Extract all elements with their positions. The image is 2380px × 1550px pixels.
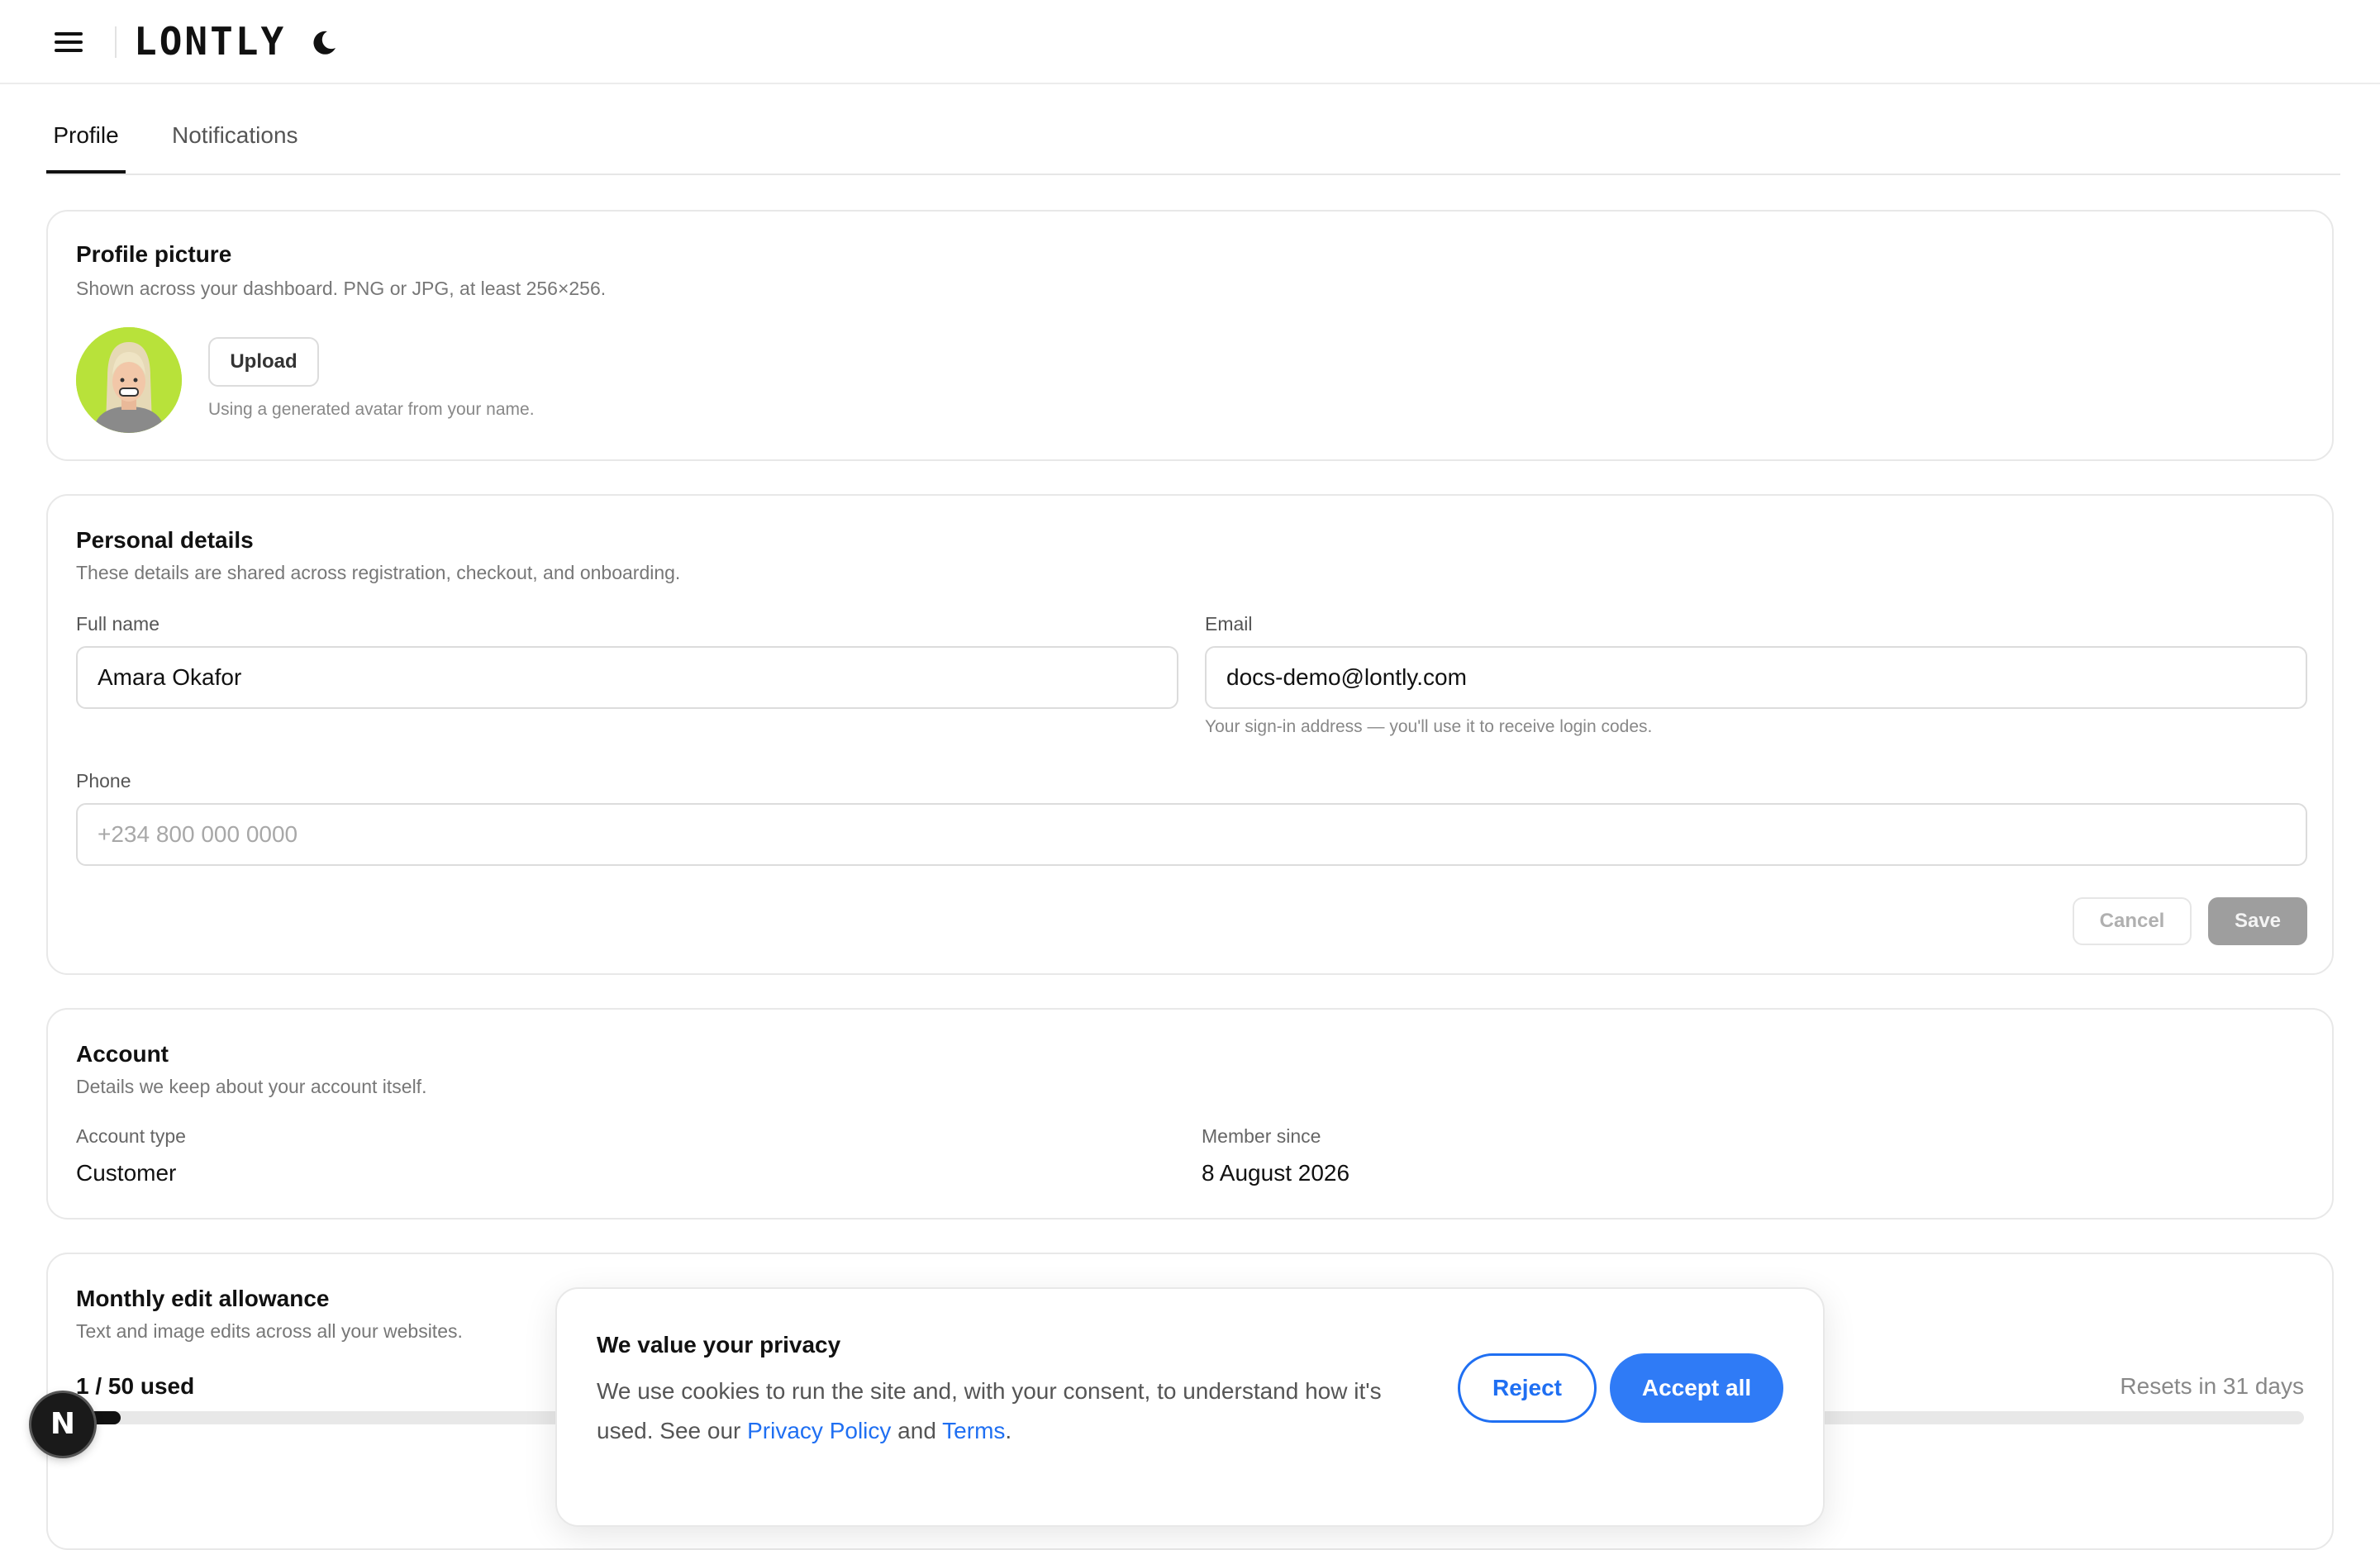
usage-count: 1 / 50 used [76, 1373, 195, 1399]
hamburger-menu-icon[interactable] [53, 30, 86, 55]
account-card: Account Details we keep about your accou… [46, 1008, 2334, 1220]
card-title: Profile picture [76, 241, 232, 267]
upload-button[interactable]: Upload [208, 337, 319, 387]
profile-picture-card: Profile picture Shown across your dashbo… [46, 210, 2334, 461]
card-title: Monthly edit allowance [76, 1286, 330, 1311]
cancel-button[interactable]: Cancel [2073, 897, 2192, 945]
card-title: Personal details [76, 527, 254, 553]
cookie-consent-banner: We value your privacy We use cookies to … [555, 1287, 1825, 1527]
settings-tabs: Profile Notifications [46, 101, 2340, 175]
avatar [76, 327, 182, 433]
terms-link[interactable]: Terms [942, 1418, 1005, 1443]
tab-notifications[interactable]: Notifications [172, 101, 298, 174]
top-bar: LONTLY [0, 0, 2380, 84]
phone-field[interactable] [76, 803, 2307, 866]
personal-details-card: Personal details These details are share… [46, 494, 2334, 975]
save-button[interactable]: Save [2208, 897, 2307, 945]
moon-icon[interactable] [307, 26, 340, 59]
card-subtitle: These details are shared across registra… [76, 562, 681, 583]
card-subtitle: Details we keep about your account itsel… [76, 1076, 427, 1097]
full-name-field[interactable] [76, 646, 1178, 709]
privacy-policy-link[interactable]: Privacy Policy [747, 1418, 891, 1443]
cookie-message-and: and [891, 1418, 943, 1443]
member-since-value: 8 August 2026 [1202, 1160, 1350, 1186]
accept-all-cookies-button[interactable]: Accept all [1610, 1353, 1783, 1423]
tab-profile[interactable]: Profile [46, 101, 126, 174]
email-label: Email [1205, 613, 1253, 635]
dev-tools-badge[interactable]: N [31, 1393, 94, 1456]
full-name-label: Full name [76, 613, 159, 635]
card-subtitle: Shown across your dashboard. PNG or JPG,… [76, 278, 607, 299]
cookie-title: We value your privacy [597, 1332, 841, 1357]
email-field[interactable] [1205, 646, 2307, 709]
phone-label: Phone [76, 770, 131, 792]
account-type-value: Customer [76, 1160, 177, 1186]
card-title: Account [76, 1041, 169, 1067]
logo[interactable]: LONTLY [134, 20, 286, 63]
reject-cookies-button[interactable]: Reject [1458, 1353, 1597, 1423]
cookie-message-end: . [1005, 1418, 1012, 1443]
avatar-hint: Using a generated avatar from your name. [208, 400, 535, 419]
member-since-label: Member since [1202, 1125, 1321, 1147]
reset-info: Resets in 31 days [2120, 1373, 2304, 1399]
header-divider [115, 26, 117, 58]
card-subtitle: Text and image edits across all your web… [76, 1320, 463, 1342]
account-type-label: Account type [76, 1125, 186, 1147]
cookie-message: We use cookies to run the site and, with… [597, 1372, 1423, 1451]
email-hint: Your sign-in address — you'll use it to … [1205, 717, 1653, 736]
